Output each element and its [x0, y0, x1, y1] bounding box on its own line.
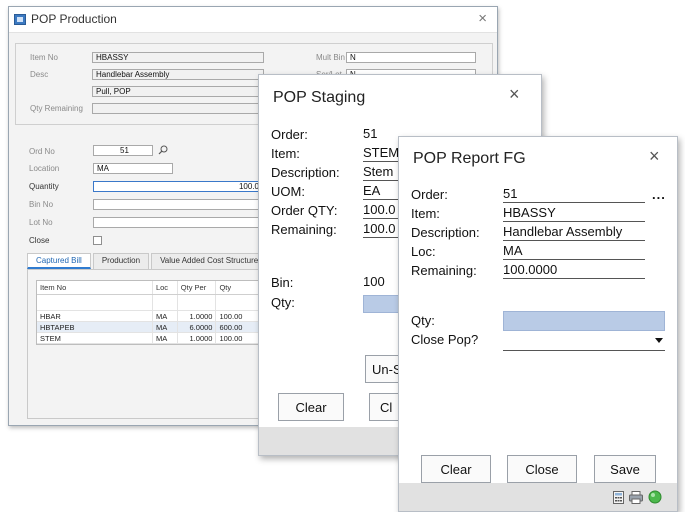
tab-value-added-cost-structure[interactable]: Value Added Cost Structure: [151, 253, 268, 269]
loc-label: Loc:: [411, 244, 436, 259]
qty-label: Qty:: [271, 295, 295, 310]
ord-no-field[interactable]: 51: [93, 145, 153, 156]
description-label: Description:: [411, 225, 480, 240]
qty-input[interactable]: [503, 311, 665, 331]
close-icon[interactable]: ×: [509, 84, 520, 105]
cell-loc: MA: [153, 322, 178, 332]
app-icon: [14, 14, 26, 25]
order-label: Order:: [411, 187, 448, 202]
status-bar: [399, 483, 677, 511]
quantity-field[interactable]: 100.0: [93, 181, 263, 192]
remaining-value: 100.0000: [503, 262, 645, 279]
cell-qty-per: 1.0000: [178, 311, 217, 321]
uom-label: UOM:: [271, 184, 305, 199]
desc-field: Handlebar Assembly: [92, 69, 264, 80]
cell-item-no: HBTAPEB: [37, 322, 153, 332]
item-value: HBASSY: [503, 205, 645, 222]
order-qty-label: Order QTY:: [271, 203, 338, 218]
description-value: Stem: [363, 164, 403, 181]
col-item-no[interactable]: Item No: [37, 281, 153, 294]
desc2-field: Pull, POP: [92, 86, 264, 97]
dialog-title: POP Report FG: [413, 150, 526, 167]
quantity-label: Quantity: [29, 182, 59, 191]
close-checkbox[interactable]: [93, 236, 102, 245]
remaining-value: 100.0: [363, 221, 403, 238]
filter-row[interactable]: [37, 295, 271, 311]
order-lookup-button[interactable]: ...: [652, 187, 666, 202]
printer-icon[interactable]: [629, 491, 643, 504]
detail-tabs: Captured Bill Production Value Added Cos…: [27, 253, 269, 269]
loc-value: MA: [503, 243, 645, 260]
qty-remaining-label: Qty Remaining: [30, 104, 83, 113]
close-pop-dropdown[interactable]: [503, 334, 665, 351]
description-label: Description:: [271, 165, 340, 180]
tab-captured-bill[interactable]: Captured Bill: [27, 253, 91, 269]
captured-bill-grid: Item No Loc Qty Per Qty HBAR MA 1.0000 1…: [36, 280, 272, 345]
col-qty-per[interactable]: Qty Per: [178, 281, 217, 294]
lot-no-field[interactable]: [93, 217, 263, 228]
close-icon[interactable]: ×: [478, 10, 487, 27]
item-value: STEM: [363, 145, 403, 162]
cell-item-no: HBAR: [37, 311, 153, 321]
location-field[interactable]: MA: [93, 163, 173, 174]
table-row[interactable]: STEM MA 1.0000 100.00: [37, 333, 271, 344]
bin-no-field[interactable]: [93, 199, 263, 210]
clear-button[interactable]: Clear: [278, 393, 344, 421]
save-button[interactable]: Save: [594, 455, 656, 483]
order-value: 51: [503, 186, 645, 203]
window-title: POP Production: [31, 12, 117, 26]
col-loc[interactable]: Loc: [153, 281, 178, 294]
desc-label: Desc: [30, 70, 49, 79]
pop-report-fg-dialog: POP Report FG × Order: 51 ... Item: HBAS…: [398, 136, 678, 512]
table-row[interactable]: HBAR MA 1.0000 100.00: [37, 311, 271, 322]
cell-item-no: STEM: [37, 333, 153, 343]
item-no-field: HBASSY: [92, 52, 264, 63]
calculator-icon[interactable]: [613, 491, 624, 504]
grid-header: Item No Loc Qty Per Qty: [37, 281, 271, 295]
multi-bin-label: Mult Bin: [316, 53, 345, 62]
tab-production[interactable]: Production: [92, 253, 150, 269]
item-no-label: Item No: [30, 53, 59, 62]
remaining-label: Remaining:: [271, 222, 337, 237]
qty-remaining-field: 10: [92, 103, 272, 114]
bin-label: Bin:: [271, 275, 294, 290]
location-label: Location: [29, 164, 60, 173]
close-label: Close: [29, 236, 50, 245]
bin-no-label: Bin No: [29, 200, 54, 209]
title-bar: POP Production ×: [9, 7, 497, 33]
table-row[interactable]: HBTAPEB MA 6.0000 600.00: [37, 322, 271, 333]
cell-qty-per: 1.0000: [178, 333, 217, 343]
qty-label: Qty:: [411, 313, 435, 328]
ord-no-label: Ord No: [29, 147, 55, 156]
lot-no-label: Lot No: [29, 218, 53, 227]
bin-value: 100: [363, 274, 385, 289]
item-label: Item:: [411, 206, 440, 221]
dialog-title: POP Staging: [273, 89, 366, 106]
order-label: Order:: [271, 127, 308, 142]
close-icon[interactable]: ×: [649, 146, 660, 167]
clear-button[interactable]: Clear: [421, 455, 491, 483]
uom-value: EA: [363, 183, 403, 200]
cell-qty-per: 6.0000: [178, 322, 217, 332]
multi-bin-field: N: [346, 52, 476, 63]
status-green-icon: [648, 490, 662, 504]
search-icon[interactable]: [158, 145, 168, 155]
close-button[interactable]: Close: [507, 455, 577, 483]
order-qty-value: 100.0: [363, 202, 403, 219]
item-label: Item:: [271, 146, 300, 161]
remaining-label: Remaining:: [411, 263, 477, 278]
cell-loc: MA: [153, 333, 178, 343]
description-value: Handlebar Assembly: [503, 224, 645, 241]
qty-input[interactable]: [363, 295, 403, 313]
chevron-down-icon: [655, 338, 663, 343]
captured-bill-panel: Item No Loc Qty Per Qty HBAR MA 1.0000 1…: [27, 269, 277, 419]
close-pop-label: Close Pop?: [411, 332, 479, 347]
cell-loc: MA: [153, 311, 178, 321]
